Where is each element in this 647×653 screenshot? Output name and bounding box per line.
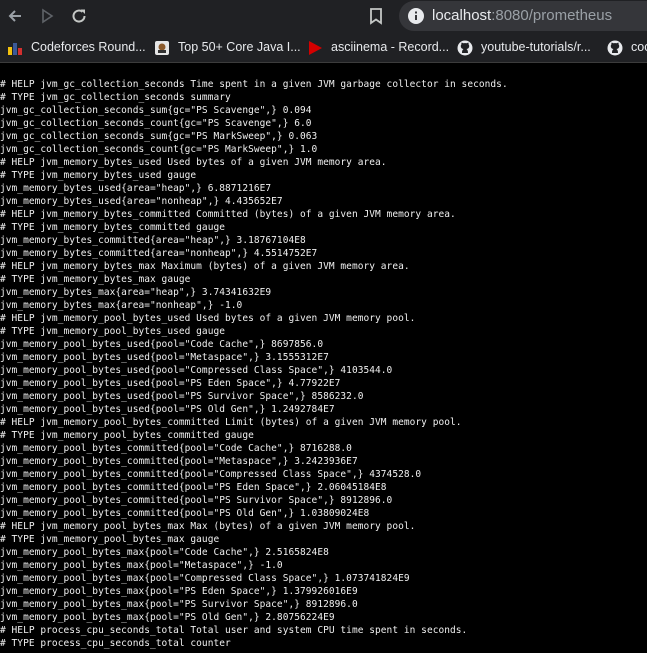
- metric-line: jvm_gc_collection_seconds_count{gc="PS S…: [0, 118, 312, 129]
- metric-line: # HELP jvm_memory_bytes_committed Commit…: [0, 209, 456, 220]
- metric-line: jvm_memory_pool_bytes_committed{pool="PS…: [0, 495, 393, 506]
- metric-line: # HELP jvm_memory_pool_bytes_used Used b…: [0, 313, 416, 324]
- metric-line: jvm_memory_pool_bytes_max{pool="PS Survi…: [0, 599, 358, 610]
- metric-line: # TYPE process_cpu_seconds_total counter: [0, 638, 231, 649]
- metric-line: # HELP jvm_memory_pool_bytes_committed L…: [0, 417, 462, 428]
- metric-line: jvm_memory_pool_bytes_max{pool="Metaspac…: [0, 560, 283, 571]
- metric-line: jvm_gc_collection_seconds_sum{gc="PS Mar…: [0, 131, 318, 142]
- metric-line: # TYPE jvm_memory_bytes_used gauge: [0, 170, 197, 181]
- metric-line: jvm_memory_bytes_used{area="heap",} 6.88…: [0, 183, 272, 194]
- toolbar-divider: [0, 62, 647, 63]
- metric-line: # HELP jvm_memory_bytes_max Maximum (byt…: [0, 261, 410, 272]
- metric-line: # TYPE jvm_memory_pool_bytes_max gauge: [0, 534, 220, 545]
- metric-line: jvm_memory_pool_bytes_max{pool="Code Cac…: [0, 547, 329, 558]
- metric-line: jvm_memory_pool_bytes_committed{pool="PS…: [0, 508, 370, 519]
- info-icon[interactable]: [407, 7, 425, 30]
- metric-line: jvm_memory_bytes_used{area="nonheap",} 4…: [0, 196, 283, 207]
- metric-line: # TYPE jvm_memory_pool_bytes_used gauge: [0, 326, 226, 337]
- reload-icon: [72, 9, 86, 23]
- metric-line: jvm_memory_pool_bytes_committed{pool="PS…: [0, 482, 387, 493]
- bookmark-label: youtube-tutorials/r...: [481, 40, 591, 54]
- metric-line: jvm_memory_pool_bytes_committed{pool="Me…: [0, 456, 358, 467]
- forward-button[interactable]: [36, 5, 58, 27]
- metric-line: # TYPE jvm_memory_pool_bytes_committed g…: [0, 430, 254, 441]
- metric-line: jvm_memory_pool_bytes_max{pool="Compress…: [0, 573, 410, 584]
- bookmark-star-button[interactable]: [365, 5, 387, 27]
- address-bar[interactable]: localhost:8080/prometheus: [399, 1, 647, 31]
- metric-line: jvm_memory_bytes_max{area="heap",} 3.743…: [0, 287, 272, 298]
- metric-line: # TYPE jvm_gc_collection_seconds summary: [0, 92, 231, 103]
- bookmark-label: Codeforces Round...: [31, 40, 146, 54]
- metric-line: jvm_memory_pool_bytes_committed{pool="Co…: [0, 443, 352, 454]
- asciinema-icon: [307, 40, 323, 56]
- reload-button[interactable]: [68, 5, 90, 27]
- browser-toolbar: localhost:8080/prometheus: [0, 0, 647, 33]
- metric-line: jvm_memory_pool_bytes_max{pool="PS Eden …: [0, 586, 358, 597]
- metric-line: # HELP jvm_memory_pool_bytes_max Max (by…: [0, 521, 416, 532]
- github-icon: [457, 40, 473, 56]
- metric-line: # TYPE jvm_memory_bytes_committed gauge: [0, 222, 226, 233]
- metric-line: jvm_memory_pool_bytes_committed{pool="Co…: [0, 469, 422, 480]
- back-button[interactable]: [4, 5, 26, 27]
- metric-line: jvm_memory_bytes_max{area="nonheap",} -1…: [0, 300, 243, 311]
- metric-line: jvm_gc_collection_seconds_count{gc="PS M…: [0, 144, 318, 155]
- back-arrow-icon: [8, 10, 21, 22]
- metric-line: jvm_memory_pool_bytes_used{pool="PS Surv…: [0, 391, 364, 402]
- metric-line: jvm_memory_pool_bytes_used{pool="Metaspa…: [0, 352, 329, 363]
- metric-line: jvm_memory_pool_bytes_used{pool="Compres…: [0, 365, 393, 376]
- bookmark-label: Top 50+ Core Java I...: [178, 40, 301, 54]
- metric-line: jvm_memory_pool_bytes_used{pool="Code Ca…: [0, 339, 324, 350]
- metric-line: jvm_gc_collection_seconds_sum{gc="PS Sca…: [0, 105, 312, 116]
- metric-line: # HELP jvm_gc_collection_seconds Time sp…: [0, 79, 508, 90]
- play-forward-icon: [42, 8, 54, 24]
- metric-line: jvm_memory_pool_bytes_used{pool="PS Old …: [0, 404, 335, 415]
- metric-line: jvm_memory_pool_bytes_used{pool="PS Eden…: [0, 378, 341, 389]
- url-text[interactable]: localhost:8080/prometheus: [432, 7, 612, 24]
- metric-line: # HELP process_cpu_seconds_total Total u…: [0, 625, 468, 636]
- github-icon: [607, 40, 623, 56]
- metric-line: jvm_memory_bytes_committed{area="nonheap…: [0, 248, 318, 259]
- metric-line: jvm_memory_bytes_committed{area="heap",}…: [0, 235, 306, 246]
- metrics-text: # HELP jvm_gc_collection_seconds Time sp…: [0, 78, 647, 653]
- bookmark-label: coc: [631, 40, 647, 54]
- metric-line: # HELP jvm_memory_bytes_used Used bytes …: [0, 157, 387, 168]
- bookmarks-bar: Codeforces Round... Top 50+ Core Java I.…: [0, 33, 647, 63]
- codeforces-icon: [7, 40, 23, 56]
- bookmark-label: asciinema - Record...: [331, 40, 450, 54]
- metric-line: # TYPE jvm_memory_bytes_max gauge: [0, 274, 191, 285]
- url-host: localhost: [432, 7, 492, 24]
- url-path: :8080/prometheus: [491, 7, 613, 24]
- bookmark-icon: [370, 8, 382, 25]
- metric-line: jvm_memory_pool_bytes_max{pool="PS Old G…: [0, 612, 335, 623]
- java-icon: [154, 40, 170, 56]
